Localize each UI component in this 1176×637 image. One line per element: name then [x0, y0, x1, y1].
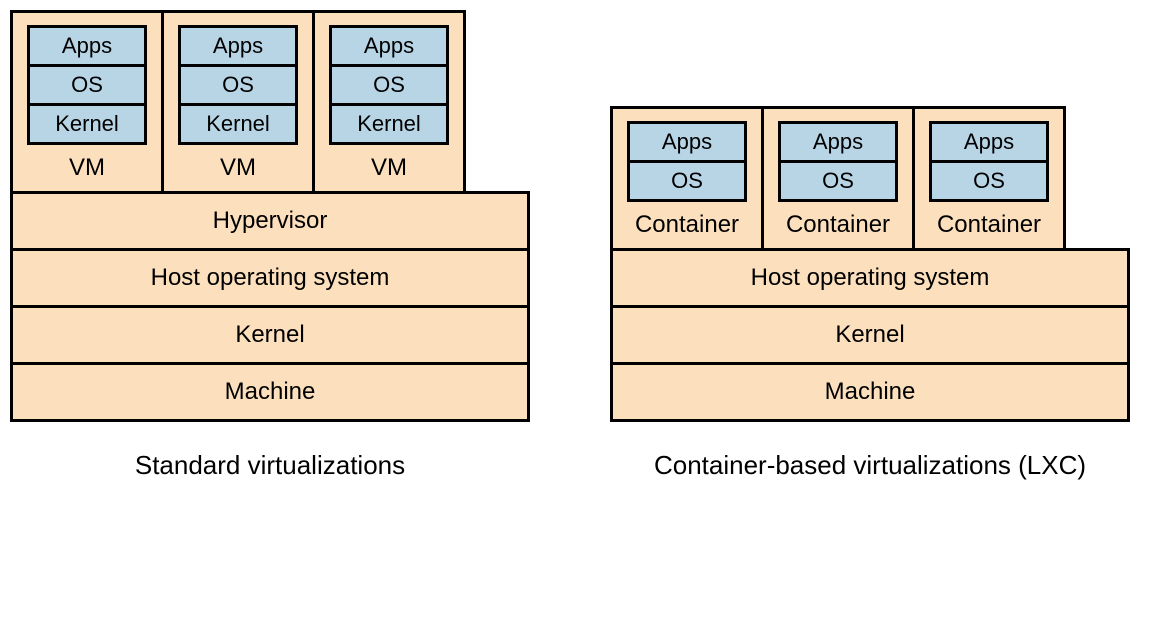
vm-label: VM: [220, 153, 256, 183]
container-caption: Container-based virtualizations (LXC): [654, 450, 1086, 481]
vm-inner-stack: Apps OS Kernel: [27, 25, 147, 145]
vm-apps-box: Apps: [329, 25, 449, 67]
standard-virtualization-stack: Apps OS Kernel VM Apps OS Kernel VM: [10, 10, 530, 481]
vm-os-box: OS: [178, 64, 298, 106]
container-os-box: OS: [929, 160, 1049, 202]
vm-cell: Apps OS Kernel VM: [10, 10, 164, 194]
machine-layer: Machine: [10, 362, 530, 422]
container-cell: Apps OS Container: [610, 106, 764, 251]
container-inner-stack: Apps OS: [627, 121, 747, 202]
container-inner-stack: Apps OS: [929, 121, 1049, 202]
container-os-box: OS: [778, 160, 898, 202]
vm-label: VM: [69, 153, 105, 183]
host-os-layer: Host operating system: [610, 248, 1130, 308]
vm-apps-box: Apps: [27, 25, 147, 67]
machine-layer: Machine: [610, 362, 1130, 422]
hypervisor-layer: Hypervisor: [10, 191, 530, 251]
container-label: Container: [786, 210, 890, 240]
vm-inner-stack: Apps OS Kernel: [329, 25, 449, 145]
container-stack-body: Apps OS Container Apps OS Container Apps: [610, 106, 1130, 422]
container-virtualization-stack: Apps OS Container Apps OS Container Apps: [610, 106, 1130, 481]
vm-label: VM: [371, 153, 407, 183]
vm-kernel-box: Kernel: [178, 103, 298, 145]
kernel-layer: Kernel: [610, 305, 1130, 365]
container-cell: Apps OS Container: [761, 106, 915, 251]
host-os-layer: Host operating system: [10, 248, 530, 308]
vm-apps-box: Apps: [178, 25, 298, 67]
container-inner-stack: Apps OS: [778, 121, 898, 202]
vm-os-box: OS: [27, 64, 147, 106]
standard-stack-body: Apps OS Kernel VM Apps OS Kernel VM: [10, 10, 530, 422]
vm-kernel-box: Kernel: [27, 103, 147, 145]
vm-inner-stack: Apps OS Kernel: [178, 25, 298, 145]
virtualization-diagram: Apps OS Kernel VM Apps OS Kernel VM: [10, 10, 1166, 481]
standard-caption: Standard virtualizations: [135, 450, 405, 481]
vm-row: Apps OS Kernel VM Apps OS Kernel VM: [10, 10, 530, 194]
container-apps-box: Apps: [929, 121, 1049, 163]
vm-cell: Apps OS Kernel VM: [312, 10, 466, 194]
vm-cell: Apps OS Kernel VM: [161, 10, 315, 194]
container-apps-box: Apps: [627, 121, 747, 163]
container-cell: Apps OS Container: [912, 106, 1066, 251]
container-label: Container: [635, 210, 739, 240]
container-label: Container: [937, 210, 1041, 240]
container-os-box: OS: [627, 160, 747, 202]
kernel-layer: Kernel: [10, 305, 530, 365]
vm-kernel-box: Kernel: [329, 103, 449, 145]
vm-os-box: OS: [329, 64, 449, 106]
container-row: Apps OS Container Apps OS Container Apps: [610, 106, 1130, 251]
container-apps-box: Apps: [778, 121, 898, 163]
